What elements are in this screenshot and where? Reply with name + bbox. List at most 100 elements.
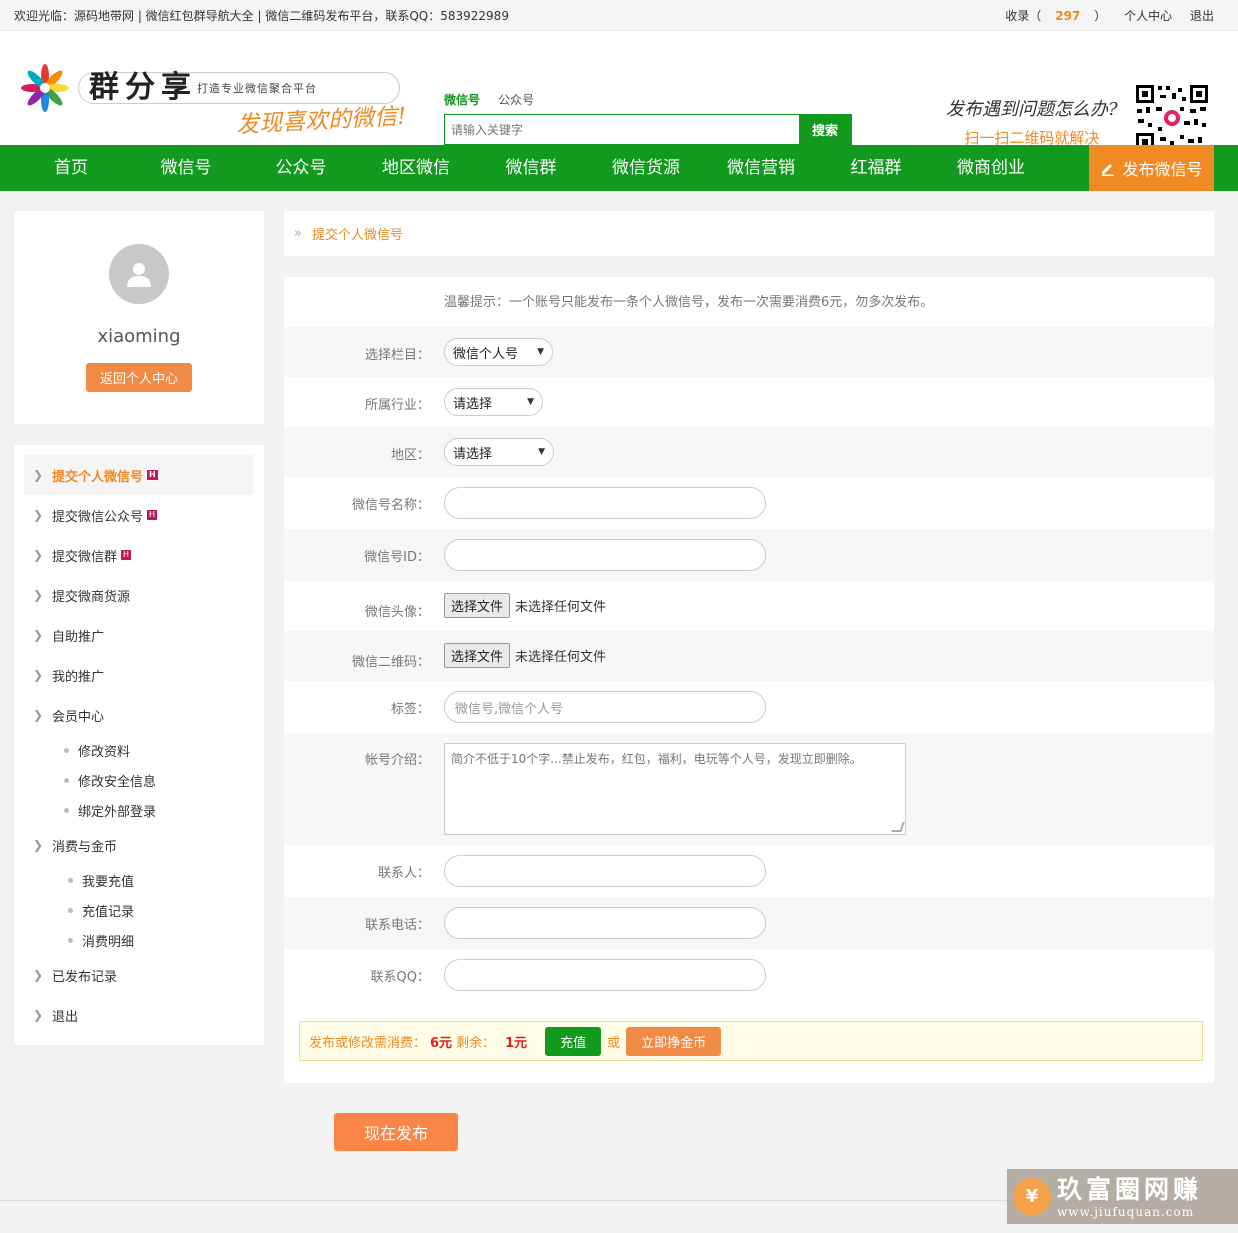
sidebar-sub-edit-profile[interactable]: 修改资料 <box>64 741 130 760</box>
sidebar-sub-consume-detail[interactable]: 消费明细 <box>68 931 134 950</box>
nav-home[interactable]: 首页 <box>54 145 88 191</box>
or-text: 或 <box>607 1035 621 1051</box>
row-avatar: 微信头像： 选择文件 未选择任何文件 <box>284 581 1214 631</box>
publish-button[interactable]: 发布微信号 <box>1089 145 1214 191</box>
bullet-icon <box>68 878 73 883</box>
region-select[interactable]: 请选择 ▼ <box>444 438 554 466</box>
intro-textarea[interactable]: 简介不低于10个字...禁止发布，红包，福利，电玩等个人号，发现立即删除。 <box>444 743 906 835</box>
user-center-link[interactable]: 个人中心 <box>1124 9 1172 23</box>
chevron-right-icon: ❯ <box>32 968 44 982</box>
submit-button[interactable]: 现在发布 <box>334 1113 458 1151</box>
sidebar-item-consume-coins[interactable]: ❯ 消费与金币 <box>24 825 254 865</box>
hot-badge: H <box>121 550 132 560</box>
nav-official[interactable]: 公众号 <box>276 145 327 191</box>
nav-red-group[interactable]: 红福群 <box>851 145 902 191</box>
sidebar-item-published-log[interactable]: ❯ 已发布记录 <box>24 955 254 995</box>
recharge-button[interactable]: 充值 <box>545 1026 602 1056</box>
qrcode-file-status: 未选择任何文件 <box>515 650 607 665</box>
resize-grip-icon[interactable] <box>891 822 905 832</box>
publish-label: 发布微信号 <box>1122 160 1203 179</box>
contact-input[interactable] <box>444 855 766 887</box>
category-label: 选择栏目： <box>364 348 430 363</box>
row-intro: 帐号介绍： 简介不低于10个字...禁止发布，红包，福利，电玩等个人号，发现立即… <box>284 733 1214 845</box>
sidebar-item-member-center[interactable]: ❯ 会员中心 <box>24 695 254 735</box>
main-nav: 首页 微信号 公众号 地区微信 微信群 微信货源 微信营销 红福群 微商创业 发… <box>0 145 1238 191</box>
double-chevron-icon: » <box>294 226 302 241</box>
sidebar-item-self-promote[interactable]: ❯ 自助推广 <box>24 615 254 655</box>
nav-marketing[interactable]: 微信营销 <box>727 145 795 191</box>
sidebar-menu: ❯ 提交个人微信号 H ❯ 提交微信公众号 H ❯ 提交微信群 H ❯ 提交微商货源 ❯ 自助推… <box>14 445 264 1045</box>
welcome-text: 欢迎光临：源码地带网 | 微信红包群导航大全 | 微信二维码发布平台，联系QQ：… <box>14 8 509 23</box>
sidebar-item-my-promote[interactable]: ❯ 我的推广 <box>24 655 254 695</box>
sidebar-sub-edit-security[interactable]: 修改安全信息 <box>64 771 156 790</box>
help-question: 发布遇到问题怎么办? <box>946 99 1118 120</box>
nav-region[interactable]: 地区微信 <box>382 145 450 191</box>
edit-icon <box>1102 164 1115 176</box>
nav-goods[interactable]: 微信货源 <box>612 145 680 191</box>
contact-label: 联系人： <box>377 866 430 881</box>
search-tabs: 微信号 公众号 <box>444 91 852 108</box>
breadcrumb: » 提交个人微信号 <box>284 211 1214 256</box>
row-region: 地区： 请选择 ▼ <box>284 427 1214 477</box>
nav-group[interactable]: 微信群 <box>506 145 557 191</box>
qq-input[interactable] <box>444 959 766 991</box>
row-qrcode: 微信二维码： 选择文件 未选择任何文件 <box>284 631 1214 681</box>
row-tags: 标签： 微信号,微信个人号 <box>284 681 1214 733</box>
breadcrumb-current[interactable]: 提交个人微信号 <box>312 224 403 243</box>
search-input[interactable] <box>445 115 799 144</box>
profile-card: xiaoming 返回个人中心 <box>14 211 264 424</box>
id-label: 微信号ID： <box>364 550 430 565</box>
row-name: 微信号名称： <box>284 477 1214 529</box>
sidebar-sub-recharge-log[interactable]: 充值记录 <box>68 901 134 920</box>
tags-input[interactable]: 微信号,微信个人号 <box>444 691 766 723</box>
header: 群分享 打造专业微信聚合平台 发现喜欢的微信! 微信号 公众号 搜索 发布遇到问… <box>0 31 1238 153</box>
row-contact: 联系人： <box>284 845 1214 897</box>
industry-select[interactable]: 请选择 ▼ <box>444 388 543 416</box>
search-tab-wechat-id[interactable]: 微信号 <box>444 93 480 107</box>
search-button[interactable]: 搜索 <box>799 115 851 144</box>
sidebar-item-submit-official[interactable]: ❯ 提交微信公众号 H <box>24 495 254 535</box>
sidebar-item-label: 消费与金币 <box>52 839 118 855</box>
sidebar-item-label: 提交微信群 <box>52 549 118 565</box>
logo-name: 群分享 <box>89 70 197 105</box>
qr-code-icon <box>1134 83 1210 153</box>
chevron-right-icon: ❯ <box>32 708 44 722</box>
avatar-file-picker: 选择文件 未选择任何文件 <box>444 593 606 618</box>
sidebar-sub-bind-external[interactable]: 绑定外部登录 <box>64 801 156 820</box>
logo-subtitle: 打造专业微信聚合平台 <box>197 82 317 95</box>
username: xiaoming <box>97 326 181 347</box>
sidebar-item-label: 提交微信公众号 <box>52 509 144 525</box>
sidebar-item-submit-group[interactable]: ❯ 提交微信群 H <box>24 535 254 575</box>
avatar-file-button[interactable]: 选择文件 <box>444 593 511 618</box>
bullet-icon <box>64 808 69 813</box>
category-select[interactable]: 微信个人号 ▼ <box>444 338 553 366</box>
qrcode-file-picker: 选择文件 未选择任何文件 <box>444 643 606 668</box>
qrcode-file-button[interactable]: 选择文件 <box>444 643 511 668</box>
sidebar-sub-recharge[interactable]: 我要充值 <box>68 871 134 890</box>
tags-label: 标签： <box>390 702 430 717</box>
earn-coins-button[interactable]: 立即挣金币 <box>626 1026 722 1056</box>
intro-label: 帐号介绍： <box>364 753 430 768</box>
sidebar-item-label: 会员中心 <box>52 709 105 725</box>
search-tab-official[interactable]: 公众号 <box>498 93 534 107</box>
wechat-name-input[interactable] <box>444 487 766 519</box>
bullet-icon <box>68 908 73 913</box>
phone-input[interactable] <box>444 907 766 939</box>
sidebar-item-submit-goods[interactable]: ❯ 提交微商货源 <box>24 575 254 615</box>
chevron-right-icon: ❯ <box>32 468 44 482</box>
watermark-text: 玖富圈网赚 www.jiufuquan.com <box>1057 1175 1202 1219</box>
watermark-title: 玖富圈网赚 <box>1057 1174 1203 1204</box>
top-bar-right: 收录（ 297） 个人中心 退出 <box>977 7 1214 24</box>
chevron-right-icon: ❯ <box>32 628 44 642</box>
nav-business[interactable]: 微商创业 <box>957 145 1025 191</box>
wechat-id-input[interactable] <box>444 539 766 571</box>
industry-label: 所属行业： <box>364 398 430 413</box>
nav-wechat-id[interactable]: 微信号 <box>161 145 212 191</box>
cost-prefix: 发布或修改需消费： <box>309 1035 427 1051</box>
sidebar-item-logout[interactable]: ❯ 退出 <box>24 995 254 1035</box>
logout-link[interactable]: 退出 <box>1190 9 1214 23</box>
back-to-center-button[interactable]: 返回个人中心 <box>85 363 192 392</box>
bullet-icon <box>64 778 69 783</box>
sidebar-item-label: 提交个人微信号 <box>52 469 144 485</box>
sidebar-item-submit-personal[interactable]: ❯ 提交个人微信号 H <box>24 455 254 495</box>
